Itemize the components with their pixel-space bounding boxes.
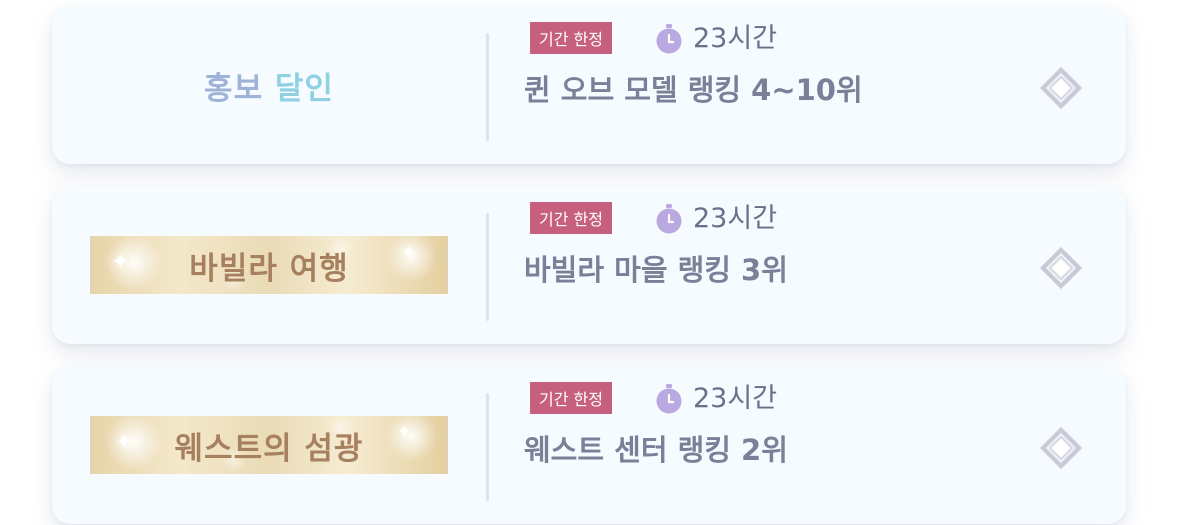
title-plate: 홍보 달인 [88,6,450,164]
mission-description: 바빌라 마을 랭킹 3위 [524,253,788,287]
mission-title: 바빌라 여행 [189,250,349,287]
gold-title-plate: ✦ ✦ 웨스트의 섬광 [90,416,448,474]
diamond-go-icon [1039,246,1083,290]
diamond-go-icon [1039,66,1083,110]
mission-description: 퀸 오브 모델 랭킹 4~10위 [524,73,863,107]
time-left: 23시간 [693,203,778,234]
limited-time-badge: 기간 한정 [530,22,612,54]
mission-card-1[interactable]: 홍보 달인 기간 한정 23시간 퀸 오브 모델 랭킹 4~10위 [52,6,1126,164]
sparkle-icon: ✦ [401,242,417,263]
limited-time-badge: 기간 한정 [530,382,612,414]
sparkle-icon: ✦ [115,430,134,455]
divider [486,213,489,321]
time-left: 23시간 [693,383,778,414]
title-plate: ✦ ✦ 웨스트의 섬광 [88,366,450,524]
go-button[interactable] [1037,64,1085,112]
time-left: 23시간 [693,23,778,54]
stopwatch-icon [656,384,682,414]
mission-title: 홍보 달인 [204,70,334,107]
divider [486,33,489,141]
go-button[interactable] [1037,244,1085,292]
mission-card-2[interactable]: ✦ ✦ 바빌라 여행 기간 한정 23시간 바빌라 마을 랭킹 3위 [52,186,1126,344]
limited-time-badge: 기간 한정 [530,202,612,234]
sparkle-icon: ✦ [111,250,130,275]
mission-description: 웨스트 센터 랭킹 2위 [524,433,788,467]
sparkle-icon: ✦ [397,422,413,443]
stopwatch-icon [656,24,682,54]
title-plate: ✦ ✦ 바빌라 여행 [88,186,450,344]
diamond-go-icon [1039,426,1083,470]
stopwatch-icon [656,204,682,234]
mission-card-3[interactable]: ✦ ✦ 웨스트의 섬광 기간 한정 23시간 웨스트 센터 랭킹 2위 [52,366,1126,524]
mission-title: 웨스트의 섬광 [174,430,364,467]
divider [486,393,489,501]
go-button[interactable] [1037,424,1085,472]
gold-title-plate: ✦ ✦ 바빌라 여행 [90,236,448,294]
